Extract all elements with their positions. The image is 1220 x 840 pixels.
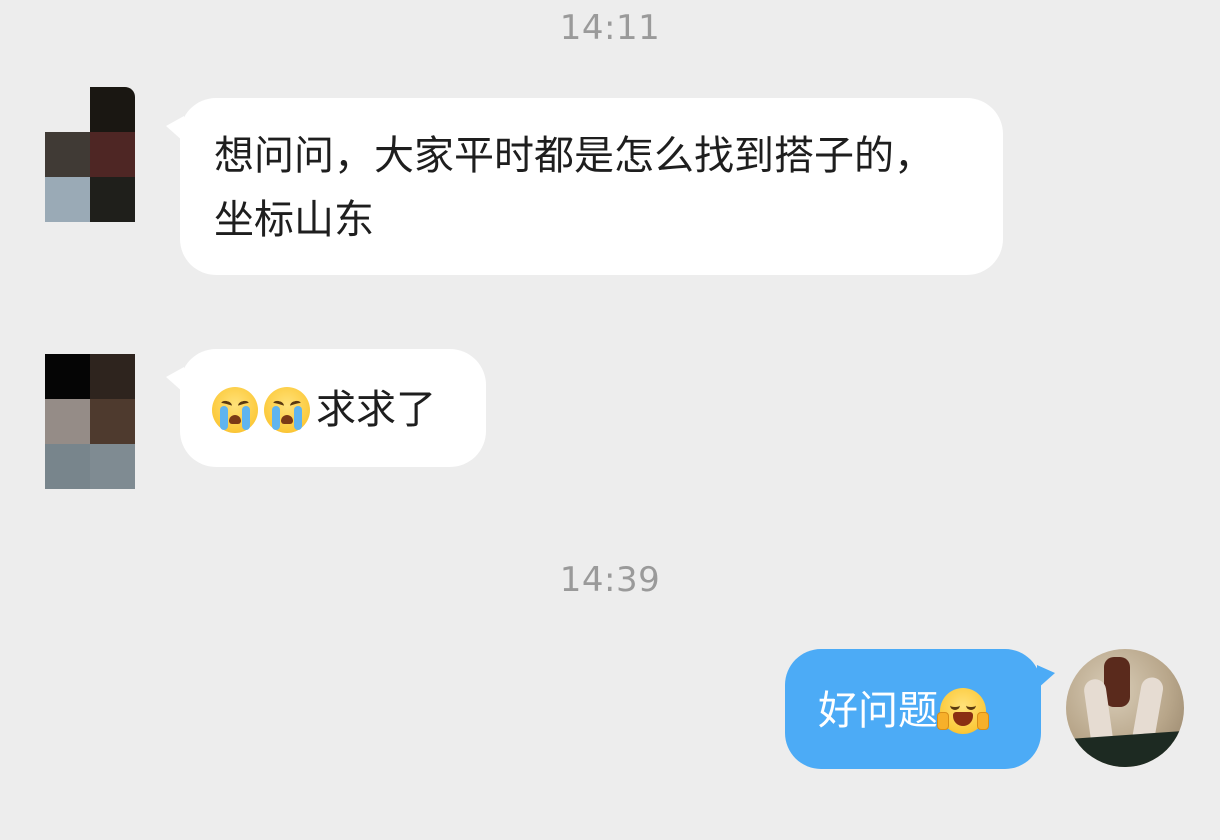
timestamp: 14:39 [559,560,661,600]
loudly-crying-face-icon [212,387,258,433]
message-text: 求求了 [316,387,436,433]
incoming-message-bubble[interactable]: 求求了 [166,349,486,467]
sender-avatar[interactable] [45,354,135,489]
screaming-joy-face-icon [937,688,989,734]
sender-avatar[interactable] [45,87,135,222]
outgoing-message-bubble[interactable]: 好问题 [785,649,1055,769]
message-text: 想问问，大家平时都是怎么找到搭子的，坐标山东 [214,133,934,243]
message-text: 好问题 [818,688,938,734]
timestamp: 14:11 [559,8,661,48]
incoming-message-bubble[interactable]: 想问问，大家平时都是怎么找到搭子的，坐标山东 [166,98,1003,275]
my-avatar[interactable] [1066,649,1184,767]
loudly-crying-face-icon [264,387,310,433]
